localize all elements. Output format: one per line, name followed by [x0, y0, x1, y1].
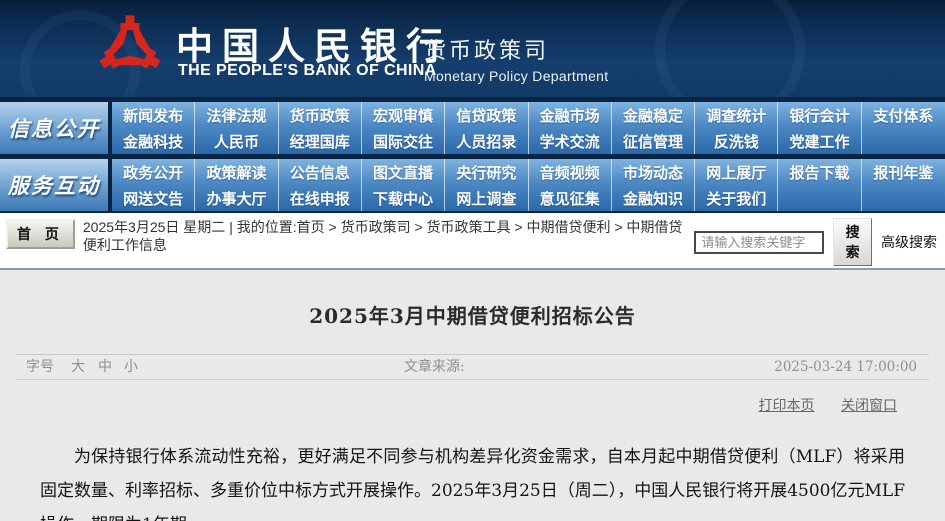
- article-datetime: 2025-03-24 17:00:00: [774, 359, 917, 375]
- font-size-label: 字号: [26, 359, 54, 375]
- font-size-large[interactable]: 大: [71, 355, 85, 380]
- advanced-search-link[interactable]: 高级搜索: [881, 232, 937, 252]
- nav-item[interactable]: 报告下载: [778, 159, 862, 185]
- nav-item[interactable]: 意见征集: [529, 185, 612, 211]
- nav-item[interactable]: 办事大厅: [195, 185, 279, 211]
- nav-item[interactable]: 音频视频: [529, 159, 612, 185]
- search-input[interactable]: [694, 230, 825, 254]
- current-date: 2025年3月25日 星期二: [82, 219, 226, 235]
- search-button[interactable]: 搜索: [833, 218, 872, 266]
- nav-item[interactable]: 关于我们: [695, 185, 779, 211]
- nav-item[interactable]: 银行会计: [778, 102, 862, 128]
- nav-item[interactable]: 网上展厅: [695, 159, 779, 185]
- font-size-medium[interactable]: 中: [98, 355, 112, 380]
- nav-item-empty: [862, 128, 945, 154]
- site-header: 中国人民银行 THE PEOPLE'S BANK OF CHINA 货币政策司 …: [0, 0, 945, 97]
- home-button[interactable]: 首 页: [6, 219, 75, 249]
- nav-item[interactable]: 央行研究: [445, 159, 529, 185]
- nav-item[interactable]: 货币政策: [279, 102, 362, 128]
- nav-item[interactable]: 国际交往: [362, 128, 446, 154]
- pboc-logo-icon: [99, 15, 161, 69]
- nav-item[interactable]: 金融稳定: [612, 102, 696, 128]
- article-body: 为保持银行体系流动性充裕，更好满足不同参与机构差异化资金需求，自本月起中期借贷便…: [40, 447, 905, 521]
- department-title: 货币政策司 Monetary Policy Department: [424, 33, 608, 84]
- nav-item[interactable]: 下载中心: [362, 185, 446, 211]
- nav-menu-grid: 政务公开 政策解读 公告信息 图文直播 央行研究 音频视频 市场动态 网上展厅 …: [112, 159, 945, 211]
- nav-item[interactable]: 法律法规: [195, 102, 279, 128]
- nav-item[interactable]: 网上调查: [445, 185, 529, 211]
- nav-item[interactable]: 信贷政策: [445, 102, 529, 128]
- nav-item[interactable]: 网送文告: [112, 185, 196, 211]
- nav-item[interactable]: 金融市场: [529, 102, 612, 128]
- close-window-link[interactable]: 关闭窗口: [841, 398, 897, 414]
- nav-item[interactable]: 反洗钱: [695, 128, 779, 154]
- department-name-cn: 货币政策司: [424, 38, 550, 63]
- font-size-small[interactable]: 小: [124, 355, 138, 380]
- nav-item[interactable]: 图文直播: [362, 159, 446, 185]
- nav-item[interactable]: 人员招录: [445, 128, 529, 154]
- search-area: 搜索 高级搜索: [694, 216, 937, 266]
- watermark-coin: [655, 0, 805, 97]
- nav-item[interactable]: 调查统计: [695, 102, 779, 128]
- breadcrumb: 2025年3月25日 星期二 | 我的位置:首页 > 货币政策司 > 货币政策工…: [83, 216, 694, 254]
- page: 中国人民银行 THE PEOPLE'S BANK OF CHINA 货币政策司 …: [0, 0, 945, 521]
- nav-item[interactable]: 征信管理: [612, 128, 696, 154]
- print-page-link[interactable]: 打印本页: [759, 398, 815, 414]
- article-source-label: 文章来源:: [404, 359, 465, 375]
- breadcrumb-divider: |: [229, 219, 233, 235]
- print-close-row-top: 打印本页 关闭窗口: [48, 395, 897, 415]
- nav-item[interactable]: 在线申报: [279, 185, 362, 211]
- nav-item[interactable]: 新闻发布: [112, 102, 196, 128]
- nav-item[interactable]: 经理国库: [279, 128, 362, 154]
- nav-item[interactable]: 报刊年鉴: [862, 159, 945, 185]
- nav-item[interactable]: 学术交流: [529, 128, 612, 154]
- nav-section-label: 服务互动: [0, 159, 112, 211]
- nav-item[interactable]: 政策解读: [195, 159, 279, 185]
- breadcrumb-bar: 首 页 2025年3月25日 星期二 | 我的位置:首页 > 货币政策司 > 货…: [0, 213, 945, 268]
- nav-section-info-disclosure: 信息公开 新闻发布 法律法规 货币政策 宏观审慎 信贷政策 金融市场 金融稳定 …: [0, 102, 945, 154]
- nav-item[interactable]: 支付体系: [862, 102, 945, 128]
- nav-item-empty: [778, 185, 862, 211]
- nav-item-empty: [862, 185, 945, 211]
- nav-item[interactable]: 人民币: [195, 128, 279, 154]
- nav-item[interactable]: 政务公开: [112, 159, 196, 185]
- nav-section-service-interaction: 服务互动 政务公开 政策解读 公告信息 图文直播 央行研究 音频视频 市场动态 …: [0, 159, 945, 211]
- department-name-en: Monetary Policy Department: [424, 68, 609, 84]
- nav-item[interactable]: 金融知识: [612, 185, 696, 211]
- article-title: 2025年3月中期借贷便利招标公告: [309, 304, 636, 328]
- nav-section-label: 信息公开: [0, 102, 112, 154]
- nav-item[interactable]: 金融科技: [112, 128, 196, 154]
- nav-item[interactable]: 宏观审慎: [362, 102, 446, 128]
- nav-item[interactable]: 党建工作: [778, 128, 862, 154]
- nav-item[interactable]: 市场动态: [612, 159, 696, 185]
- content-divider: [0, 268, 945, 270]
- nav-menu-grid: 新闻发布 法律法规 货币政策 宏观审慎 信贷政策 金融市场 金融稳定 调查统计 …: [112, 102, 945, 154]
- bank-name-en: THE PEOPLE'S BANK OF CHINA: [178, 62, 437, 79]
- article: 2025年3月中期借贷便利招标公告 字号 大 中 小 文章来源: 2025-03…: [0, 300, 945, 521]
- nav-item[interactable]: 公告信息: [279, 159, 362, 185]
- article-meta-bar: 字号 大 中 小 文章来源: 2025-03-24 17:00:00: [16, 354, 929, 380]
